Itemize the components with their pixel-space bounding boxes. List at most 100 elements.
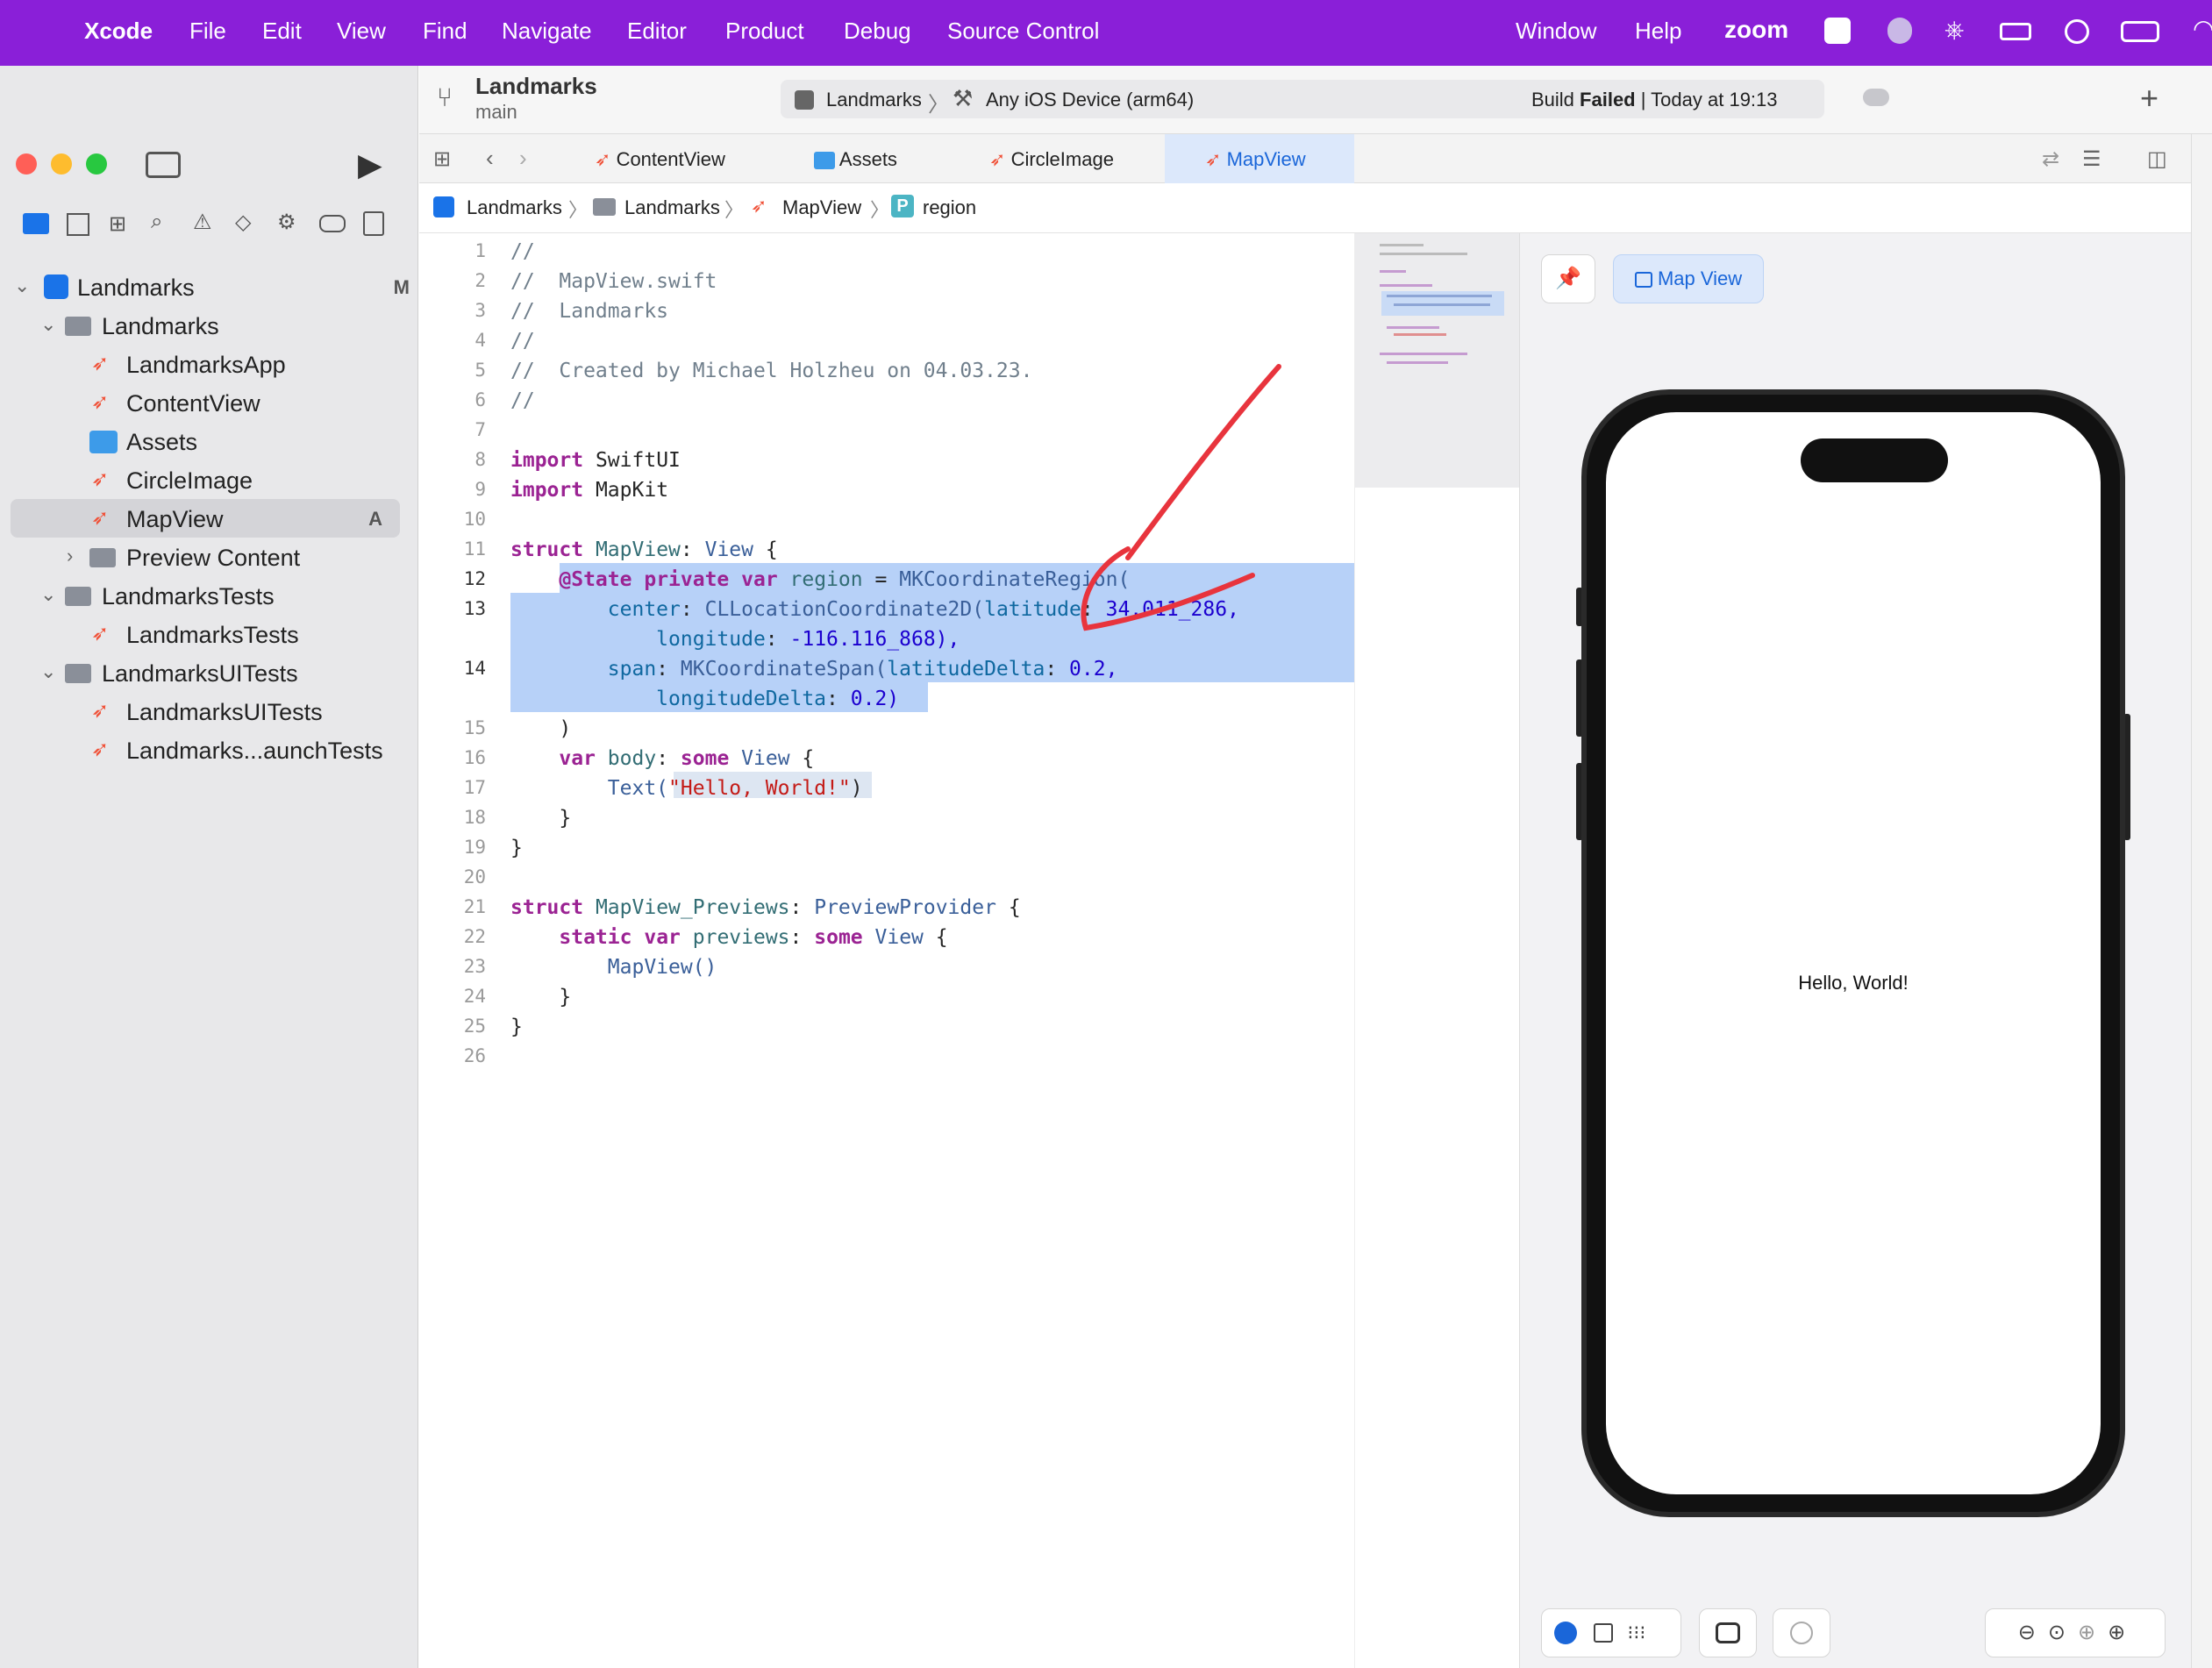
- simulated-screen[interactable]: Hello, World!: [1606, 412, 2101, 1494]
- add-library-button[interactable]: +: [2140, 80, 2158, 117]
- forward-icon[interactable]: ›: [519, 145, 527, 172]
- source-editor[interactable]: 1 2 3 4 5 6 7 8 9 10 11 12 13 14 15 16 17 18 19 20 21 22 23 24 2…: [419, 233, 1354, 1668]
- nav-item-assets[interactable]: Assets: [0, 422, 418, 460]
- cloud-icon[interactable]: [1863, 89, 1889, 106]
- code-line: //: [510, 330, 535, 353]
- nav-item-project-landmarks[interactable]: ⌄ Landmarks M: [0, 267, 418, 306]
- editor-options-icon[interactable]: ☰: [2082, 146, 2101, 172]
- battery-icon[interactable]: [2121, 21, 2159, 42]
- tab-mapview[interactable]: ➶ MapView: [1165, 134, 1354, 183]
- swift-file-icon: ➶: [91, 699, 110, 723]
- folder-icon: [89, 548, 116, 567]
- breadcrumb-symbol[interactable]: region: [923, 196, 976, 219]
- nav-item-group-landmarkstests[interactable]: ⌄ LandmarksTests: [0, 576, 418, 615]
- zoom-window-button[interactable]: [86, 153, 107, 175]
- tab-circleimage[interactable]: ➶ CircleImage: [989, 134, 1165, 183]
- debug-navigator-icon[interactable]: ⚙: [277, 210, 296, 235]
- menu-app-name[interactable]: Xcode: [84, 18, 153, 45]
- run-button[interactable]: ▶: [358, 146, 382, 183]
- menu-find[interactable]: Find: [423, 18, 467, 45]
- nav-item-contentview[interactable]: ➶ ContentView: [0, 383, 418, 422]
- related-items-icon[interactable]: ⇄: [2042, 146, 2059, 172]
- line-number: 22: [463, 926, 486, 947]
- chevron-down-icon[interactable]: ⌄: [40, 583, 56, 606]
- sidebar-toggle-icon[interactable]: [146, 152, 181, 178]
- nav-item-landmarksuitests-file[interactable]: ➶ LandmarksUITests: [0, 692, 418, 731]
- help-bubble-icon[interactable]: [1887, 18, 1912, 44]
- tab-contentview[interactable]: ➶ ContentView: [595, 134, 779, 183]
- breadcrumb-file[interactable]: MapView: [782, 196, 861, 219]
- scheme-selector[interactable]: Landmarks: [826, 89, 922, 111]
- breadcrumb-group[interactable]: Landmarks: [624, 196, 720, 219]
- live-preview-icon[interactable]: [1554, 1621, 1577, 1644]
- zoom-menu-icon[interactable]: zoom: [1724, 16, 1788, 44]
- chevron-down-icon[interactable]: ⌄: [40, 660, 56, 683]
- code-line: Text("Hello, World!"): [510, 777, 863, 800]
- menu-edit[interactable]: Edit: [262, 18, 302, 45]
- symbol-navigator-icon[interactable]: ⊞: [109, 211, 126, 237]
- build-status[interactable]: Build Failed | Today at 19:13: [1531, 89, 1778, 111]
- nav-item-group-landmarksuitests[interactable]: ⌄ LandmarksUITests: [0, 653, 418, 692]
- nav-item-preview-content[interactable]: › Preview Content: [0, 538, 418, 576]
- report-navigator-icon[interactable]: [363, 211, 384, 236]
- punct: }: [510, 837, 523, 859]
- breakpoint-navigator-icon[interactable]: [319, 215, 346, 232]
- drive-icon[interactable]: [1824, 18, 1851, 44]
- menu-view[interactable]: View: [337, 18, 386, 45]
- menu-product[interactable]: Product: [725, 18, 804, 45]
- pin-preview-button[interactable]: 📌: [1541, 254, 1595, 303]
- nav-item-landmarkstests-file[interactable]: ➶ LandmarksTests: [0, 615, 418, 653]
- breadcrumb-project[interactable]: Landmarks: [467, 196, 562, 219]
- grid-icon[interactable]: ⊞: [433, 146, 451, 172]
- minimap[interactable]: [1354, 233, 1520, 1668]
- back-icon[interactable]: ‹: [486, 145, 494, 172]
- zoom-actual-size-icon[interactable]: ⊙: [2048, 1621, 2078, 1644]
- code-line: longitudeDelta: 0.2): [510, 688, 899, 710]
- nav-item-circleimage[interactable]: ➶ CircleImage: [0, 460, 418, 499]
- zoom-fit-icon[interactable]: ⊕: [2078, 1621, 2108, 1644]
- chevron-right-icon[interactable]: ›: [67, 545, 73, 567]
- keyword: var: [741, 568, 778, 591]
- menu-debug[interactable]: Debug: [844, 18, 911, 45]
- type-ref: MKCoordinateSpan(: [680, 658, 888, 681]
- issue-navigator-icon[interactable]: ⚠: [193, 210, 212, 235]
- nav-item-launchtests-file[interactable]: ➶ Landmarks...aunchTests: [0, 731, 418, 769]
- chevron-down-icon[interactable]: ⌄: [14, 274, 30, 297]
- zoom-in-icon[interactable]: ⊕: [2108, 1621, 2137, 1644]
- test-navigator-icon[interactable]: ◇: [235, 210, 251, 235]
- type-ref: Text(: [607, 777, 669, 800]
- nav-item-landmarksapp[interactable]: ➶ LandmarksApp: [0, 345, 418, 383]
- play-circle-icon[interactable]: [2065, 19, 2089, 44]
- preview-selector-button[interactable]: Map View: [1613, 254, 1764, 303]
- wifi-icon[interactable]: ◠: [2193, 14, 2212, 43]
- menu-window[interactable]: Window: [1516, 18, 1596, 45]
- menu-help[interactable]: Help: [1635, 18, 1681, 45]
- minimize-window-button[interactable]: [51, 153, 72, 175]
- split-editor-icon[interactable]: ◫: [2147, 146, 2167, 172]
- param-label: center: [607, 598, 681, 621]
- folder-navigator-icon[interactable]: [23, 213, 49, 234]
- nav-item-group-landmarks[interactable]: ⌄ Landmarks: [0, 306, 418, 345]
- find-navigator-icon[interactable]: ⌕: [151, 210, 162, 234]
- tab-assets[interactable]: Assets: [814, 134, 963, 183]
- destination-selector[interactable]: Any iOS Device (arm64): [986, 89, 1194, 111]
- chevron-down-icon[interactable]: ⌄: [40, 313, 56, 336]
- menu-navigate[interactable]: Navigate: [502, 18, 592, 45]
- menu-file[interactable]: File: [189, 18, 226, 45]
- disabled-option-button[interactable]: [1773, 1608, 1830, 1657]
- variants-icon[interactable]: ⁝⁝⁝: [1627, 1622, 1645, 1644]
- train-icon[interactable]: ⎈: [1944, 16, 1964, 45]
- menu-source-control[interactable]: Source Control: [947, 18, 1099, 45]
- menu-editor[interactable]: Editor: [627, 18, 687, 45]
- type-ref: View: [741, 747, 790, 770]
- nav-item-label: Assets: [126, 429, 198, 455]
- keyboard-icon[interactable]: [2000, 23, 2031, 40]
- close-window-button[interactable]: [16, 153, 37, 175]
- preview-canvas: 📌 Map View Hello, World! ⁝⁝⁝ ⊖⊙⊕⊕: [1519, 233, 2191, 1668]
- zoom-out-icon[interactable]: ⊖: [2018, 1621, 2048, 1644]
- nav-item-mapview[interactable]: ➶ MapView A: [11, 499, 400, 538]
- selectable-mode-icon[interactable]: [1593, 1622, 1613, 1643]
- source-control-navigator-icon[interactable]: [67, 213, 89, 236]
- device-settings-button[interactable]: [1699, 1608, 1757, 1657]
- line-number: 8: [475, 449, 486, 470]
